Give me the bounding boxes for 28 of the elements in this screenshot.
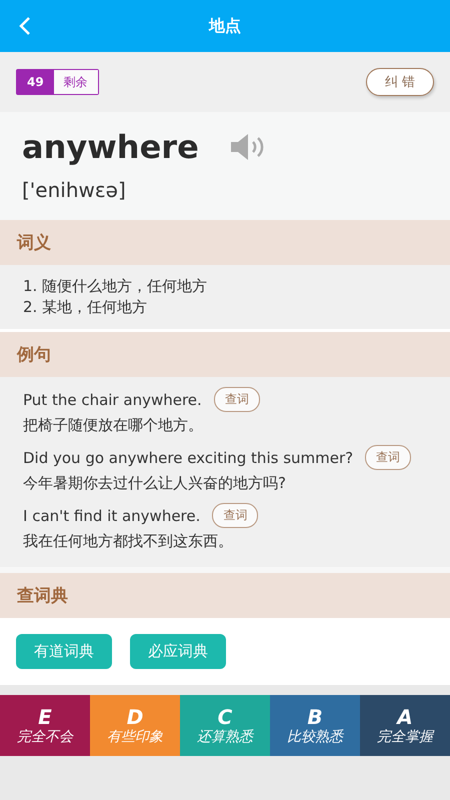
- word-text: anywhere: [22, 128, 199, 166]
- example-sentence: Put the chair anywhere.: [23, 390, 202, 408]
- back-icon[interactable]: [18, 16, 32, 36]
- section-title: 例句: [17, 344, 51, 366]
- section-title: 查词典: [17, 585, 68, 607]
- example-sentence: Did you go anywhere exciting this summer?: [23, 448, 354, 466]
- dictionary-button[interactable]: 有道词典: [16, 634, 112, 669]
- report-error-button[interactable]: 纠 错: [366, 68, 434, 96]
- grade-button[interactable]: D 有些印象: [90, 695, 180, 756]
- example-sentence: I can't find it anywhere.: [23, 506, 200, 524]
- grade-button[interactable]: A 完全掌握: [360, 695, 450, 756]
- lookup-button[interactable]: 查词: [214, 387, 260, 412]
- phonetic-text: ['enihwɛə]: [22, 178, 127, 202]
- example-translation: 把椅子随便放在哪个地方。: [23, 416, 204, 435]
- remaining-label: 剩余: [54, 70, 98, 94]
- grade-button[interactable]: B 比较熟悉: [270, 695, 360, 756]
- example-translation: 今年暑期你去过什么让人兴奋的地方吗?: [23, 474, 287, 493]
- page-title: 地点: [209, 16, 241, 36]
- section-title: 词义: [17, 232, 51, 254]
- grade-button[interactable]: E 完全不会: [0, 695, 90, 756]
- meaning-text: 1. 随便什么地方，任何地方: [23, 277, 208, 296]
- meaning-text: 2. 某地，任何地方: [23, 298, 148, 317]
- lookup-button[interactable]: 查词: [212, 503, 258, 528]
- dictionary-button[interactable]: 必应词典: [130, 634, 226, 669]
- remaining-count: 49: [17, 70, 54, 94]
- lookup-button[interactable]: 查词: [365, 445, 412, 470]
- example-translation: 我在任何地方都找不到这东西。: [23, 532, 234, 551]
- grade-button[interactable]: C 还算熟悉: [180, 695, 270, 756]
